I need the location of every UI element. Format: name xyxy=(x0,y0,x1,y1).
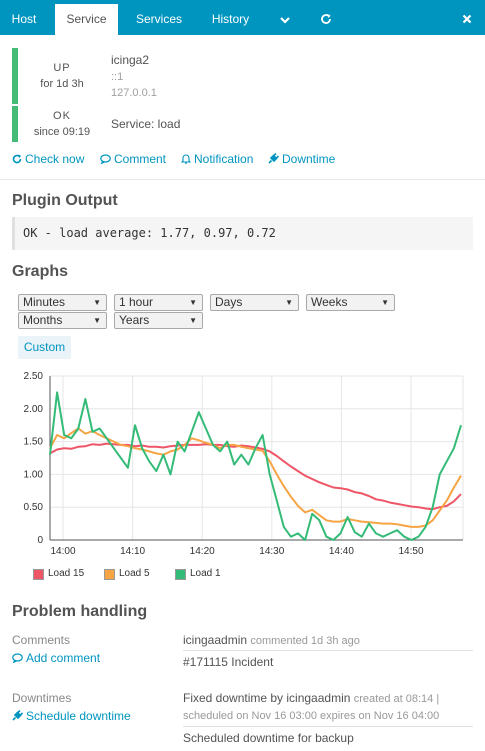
host-state-bar xyxy=(12,48,18,104)
x-tick-label: 14:50 xyxy=(398,546,423,557)
check-now-label: Check now xyxy=(25,152,85,166)
weeks-select-value: Weeks xyxy=(311,295,348,309)
plugin-output-box: OK - load average: 1.77, 0.97, 0.72 xyxy=(12,217,473,250)
comment-link[interactable]: Comment xyxy=(100,152,166,166)
host-name: icinga2 xyxy=(111,53,150,67)
service-name: Service: load xyxy=(111,117,181,131)
x-tick-label: 14:40 xyxy=(329,546,354,557)
schedule-downtime-link[interactable]: Schedule downtime xyxy=(12,709,131,723)
host-state: UP xyxy=(53,62,71,74)
custom-range-button[interactable]: Custom xyxy=(18,336,71,359)
bell-icon xyxy=(180,154,192,164)
downtime-label: Downtime xyxy=(282,152,336,166)
comment-icon xyxy=(12,653,23,664)
legend-label-load15: Load 15 xyxy=(48,568,85,579)
x-tick-label: 14:20 xyxy=(190,546,215,557)
series-line-load1 xyxy=(49,391,462,541)
days-select[interactable]: Days ▼ xyxy=(210,294,299,311)
tab-bar: Host Service Services History xyxy=(0,0,485,35)
add-comment-link[interactable]: Add comment xyxy=(12,651,100,665)
chevron-down-icon[interactable] xyxy=(273,4,297,35)
legend-swatch-load5 xyxy=(104,569,115,580)
service-state: OK xyxy=(53,110,71,122)
y-tick-label: 0 xyxy=(37,535,43,546)
dropdown-arrow-icon: ▼ xyxy=(93,316,101,325)
check-now-link[interactable]: Check now xyxy=(12,152,84,166)
hour-select-value: 1 hour xyxy=(119,295,154,309)
series-line-load15 xyxy=(49,442,462,511)
tab-history[interactable]: History xyxy=(200,4,261,35)
comment-text: #171115 Incident xyxy=(183,655,274,669)
service-state-since: since 09:19 xyxy=(33,126,91,138)
comment-label: Comment xyxy=(114,152,167,166)
notification-label: Notification xyxy=(194,152,254,166)
dropdown-arrow-icon: ▼ xyxy=(381,298,389,307)
downtimes-label: Downtimes xyxy=(12,691,72,705)
downtime-title: Fixed downtime by icingaadmin xyxy=(183,691,351,705)
divider xyxy=(0,179,485,180)
problem-handling-title: Problem handling xyxy=(12,603,148,620)
notification-link[interactable]: Notification xyxy=(180,152,254,166)
y-tick-label: 2.00 xyxy=(24,404,44,415)
dropdown-arrow-icon: ▼ xyxy=(189,316,197,325)
plug-icon xyxy=(268,152,280,164)
minutes-select[interactable]: Minutes ▼ xyxy=(18,294,107,311)
schedule-downtime-label: Schedule downtime xyxy=(26,709,131,723)
legend-label-load5: Load 5 xyxy=(119,568,150,579)
dropdown-arrow-icon: ▼ xyxy=(189,298,197,307)
comment-meta: commented 1d 3h ago xyxy=(250,635,360,647)
years-select[interactable]: Years ▼ xyxy=(114,312,203,329)
y-tick-label: 1.50 xyxy=(24,437,44,448)
days-select-value: Days xyxy=(215,295,243,309)
years-select-value: Years xyxy=(119,313,150,327)
downtime-link[interactable]: Downtime xyxy=(268,152,335,166)
dropdown-arrow-icon: ▼ xyxy=(285,298,293,307)
downtime-comment: Scheduled downtime for backup xyxy=(183,731,354,745)
x-tick-label: 14:30 xyxy=(259,546,284,557)
y-tick-label: 2.50 xyxy=(24,371,44,382)
tab-services[interactable]: Services xyxy=(125,4,193,35)
plugin-output-text: OK - load average: 1.77, 0.97, 0.72 xyxy=(23,226,276,240)
minutes-select-value: Minutes xyxy=(23,295,66,309)
load-chart: 0 0.50 1.00 1.50 2.00 2.50 14:00 14:10 14:20 14:3… xyxy=(24,371,464,557)
dropdown-arrow-icon: ▼ xyxy=(93,298,101,307)
plug-icon xyxy=(12,709,24,721)
downtime-header: Fixed downtime by icingaadmin created at… xyxy=(183,691,439,705)
legend-swatch-load1 xyxy=(175,569,186,580)
x-tick-label: 14:00 xyxy=(50,546,75,557)
divider xyxy=(183,650,473,651)
x-tick-label: 14:10 xyxy=(120,546,145,557)
plugin-output-title: Plugin Output xyxy=(12,192,118,209)
comment-header: icingaadmin commented 1d 3h ago xyxy=(183,633,360,647)
host-address: 127.0.0.1 xyxy=(111,87,157,99)
y-tick-label: 0.50 xyxy=(24,502,44,513)
host-address6: ::1 xyxy=(111,71,124,83)
tab-host[interactable]: Host xyxy=(0,4,48,35)
legend-label-load1: Load 1 xyxy=(190,568,221,579)
comment-icon xyxy=(100,154,111,165)
weeks-select[interactable]: Weeks ▼ xyxy=(306,294,395,311)
legend-swatch-load15 xyxy=(33,569,44,580)
y-tick-label: 1.00 xyxy=(24,469,44,480)
downtime-schedule: scheduled on Nov 16 03:00 expires on Nov… xyxy=(183,710,440,722)
close-icon[interactable] xyxy=(455,4,479,35)
comments-label: Comments xyxy=(12,633,71,647)
comment-author: icingaadmin xyxy=(183,633,248,647)
months-select[interactable]: Months ▼ xyxy=(18,312,107,329)
divider xyxy=(183,726,473,727)
refresh-icon[interactable] xyxy=(314,4,338,35)
graphs-title: Graphs xyxy=(12,263,69,280)
downtime-created: created at 08:14 | xyxy=(353,693,440,705)
refresh-icon xyxy=(12,154,22,164)
hour-select[interactable]: 1 hour ▼ xyxy=(114,294,203,311)
host-state-duration: for 1d 3h xyxy=(40,78,84,90)
add-comment-label: Add comment xyxy=(26,651,101,665)
tab-service[interactable]: Service xyxy=(55,4,118,35)
months-select-value: Months xyxy=(23,313,63,327)
